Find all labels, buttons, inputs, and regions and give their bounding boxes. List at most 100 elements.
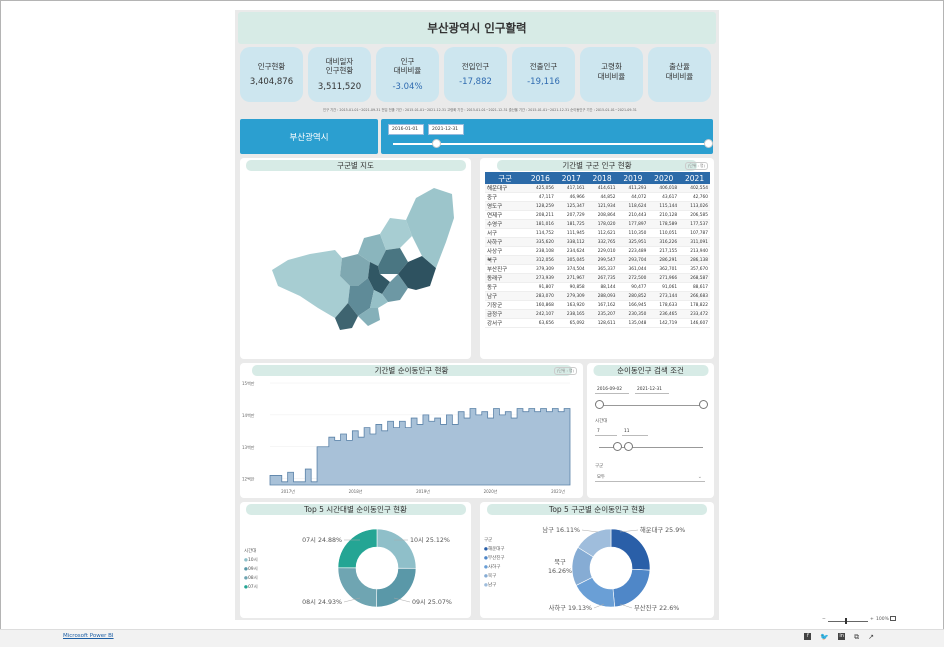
population-cell: 142,719 [648,318,680,328]
report-canvas: 부산광역시 인구활력 인구현황 3,404,876 대비일자 인구현황 3,51… [235,10,719,620]
kpi-card-population-ratio[interactable]: 인구 대비비율 -3.04% [376,47,439,102]
population-cell: 273,144 [648,291,680,301]
filter-district-dropdown[interactable]: 모두 ⌄ [595,473,705,482]
table-header-cell[interactable]: 구군 [485,172,525,184]
line-panel: 기간별 순이동인구 현황 (단위 : 명) 12백만 13백만 14백만 15백만 20… [240,363,583,498]
date-slider-end-handle[interactable] [704,139,713,148]
table-row[interactable]: 금정구 242,107 238,165 235,207 230,350 236,465 23… [485,309,710,319]
net-migration-chart[interactable]: 12백만 13백만 14백만 15백만 2017년 2018년 2019년 2020년 2021… [240,363,583,498]
table-row[interactable]: 동래구 273,939 271,967 267,735 272,500 271,966 26… [485,273,710,283]
filter-hour-end-handle[interactable] [624,442,633,451]
zoom-control[interactable]: − + 100% [822,616,902,626]
donut-district-chart[interactable]: 남구 16.11% 해운대구 25.9% 북구 16.26% 사하구 19.13% 부산진… [480,502,714,618]
table-header-cell[interactable]: 2020 [648,172,680,184]
district-cell: 영도구 [485,201,525,211]
x-tick-label: 2017년 [281,488,295,494]
kpi-card-birth-ratio[interactable]: 출산율 대비비율 [648,47,711,102]
filter-hour-label: 시간대 [595,419,608,424]
zoom-in-icon[interactable]: + [870,617,874,622]
date-start-input[interactable]: 2016-01-01 [388,124,424,135]
kpi-card-move-out[interactable]: 전출인구 -19,116 [512,47,575,102]
population-cell: 112,621 [586,228,618,238]
filter-date-end-handle[interactable] [699,400,708,409]
population-cell: 280,852 [617,291,649,301]
donut-slice[interactable] [337,528,378,569]
y-tick-label: 14백만 [242,412,255,418]
slice-label: 사하구 19.13% [549,603,592,612]
embed-icon[interactable]: ⧉ [854,633,859,642]
table-row[interactable]: 사하구 335,620 338,112 332,765 325,951 316,226 31… [485,237,710,247]
population-cell: 312,056 [525,255,556,265]
table-row[interactable]: 중구 47,117 46,966 44,852 44,072 43,617 42,760 [485,192,710,202]
table-row[interactable]: 동구 91,807 90,858 88,144 90,477 91,061 88,617 [485,282,710,292]
population-cell: 181,016 [525,219,556,229]
filter-hour-start[interactable]: 7 [595,427,617,436]
population-cell: 178,020 [586,219,618,229]
donut-slice[interactable] [612,568,651,608]
population-cell: 181,725 [555,219,587,229]
filter-hour-start-handle[interactable] [613,442,622,451]
zoom-out-icon[interactable]: − [822,617,826,622]
filter-hour-end[interactable]: 11 [622,427,648,436]
district-cell: 강서구 [485,318,525,328]
linkedin-icon[interactable]: in [838,633,846,640]
filter-date-track[interactable] [599,405,703,406]
date-end-input[interactable]: 2021-12-31 [428,124,464,135]
kpi-card-aging-ratio[interactable]: 고령화 대비비율 [580,47,643,102]
population-cell: 90,477 [617,282,649,292]
kpi-card-move-in[interactable]: 전입인구 -17,882 [444,47,507,102]
district-cell: 기장군 [485,300,525,310]
population-cell: 91,061 [648,282,680,292]
region-filter-button[interactable]: 부산광역시 [240,119,378,154]
population-cell: 286,291 [648,255,680,265]
table-header-cell[interactable]: 2017 [555,172,587,184]
table-row[interactable]: 북구 312,056 305,045 299,547 293,704 286,291 286… [485,255,710,265]
table-row[interactable]: 연제구 208,211 207,729 208,864 210,443 210,128 20… [485,210,710,220]
powerbi-link[interactable]: Microsoft Power BI [63,633,114,639]
facebook-icon[interactable]: f [804,633,812,640]
donut-slice[interactable] [376,528,417,569]
filter-district-value: 모두 [597,475,605,480]
donut-slice[interactable] [376,567,417,608]
population-cell: 266,683 [679,291,710,301]
kpi-card-compare-population[interactable]: 대비일자 인구현황 3,511,520 [308,47,371,102]
donut-slice[interactable] [337,567,378,608]
table-row[interactable]: 해운대구 425,056 417,161 414,611 411,293 406,018 4… [485,184,710,193]
filter-date-start-handle[interactable] [595,400,604,409]
table-row[interactable]: 남구 283,070 279,309 288,093 280,852 273,144 266… [485,291,710,301]
map-region-gangseo[interactable] [272,250,350,318]
slice-label: 해운대구 25.9% [640,525,685,534]
date-slider-start-handle[interactable] [432,139,441,148]
fit-page-icon[interactable] [890,616,896,621]
filter-panel: 순이동인구 검색 조건 2016-09-02 2021-12-31 시간대 7 … [587,363,714,498]
filter-date-start[interactable]: 2016-09-02 [595,385,629,394]
zoom-track[interactable] [828,621,868,622]
population-cell: 210,128 [648,210,680,220]
table-header-cell[interactable]: 2018 [586,172,618,184]
table-header-cell[interactable]: 2021 [679,172,710,184]
population-cell: 361,044 [617,264,649,274]
filter-date-end[interactable]: 2021-12-31 [635,385,669,394]
table-row[interactable]: 수영구 181,016 181,725 178,020 177,897 178,589 17… [485,219,710,229]
table-row[interactable]: 부산진구 379,309 374,504 365,337 361,044 362,701 3… [485,264,710,274]
donut-slice[interactable] [610,528,651,571]
population-cell: 213,940 [679,246,710,256]
table-header-cell[interactable]: 2019 [617,172,649,184]
table-header-cell[interactable]: 2016 [525,172,556,184]
zoom-handle[interactable] [845,618,847,624]
fullscreen-icon[interactable]: ↗ [868,633,874,642]
population-cell: 238,165 [555,309,587,319]
district-map[interactable] [240,158,471,359]
population-cell: 286,138 [679,255,710,265]
map-region-gijang[interactable] [406,188,454,268]
table-row[interactable]: 기장군 160,868 163,920 167,162 166,945 178,633 17… [485,300,710,310]
twitter-icon[interactable]: 🐦 [820,633,829,642]
table-row[interactable]: 서구 114,752 111,945 112,621 110,350 110,051 107… [485,228,710,238]
kpi-card-population[interactable]: 인구현황 3,404,876 [240,47,303,102]
x-tick-label: 2020년 [484,488,498,494]
table-row[interactable]: 강서구 63,656 65,092 128,611 135,048 142,719 146,… [485,318,710,328]
donut-hour-chart[interactable]: 07시 24.88% 10시 25.12% 08시 24.93% 09시 25.07% [240,502,471,618]
population-cell: 325,951 [617,237,649,247]
table-row[interactable]: 영도구 128,259 125,347 121,934 118,624 115,144 11… [485,201,710,211]
table-row[interactable]: 사상구 238,108 234,624 229,010 223,489 217,155 21… [485,246,710,256]
